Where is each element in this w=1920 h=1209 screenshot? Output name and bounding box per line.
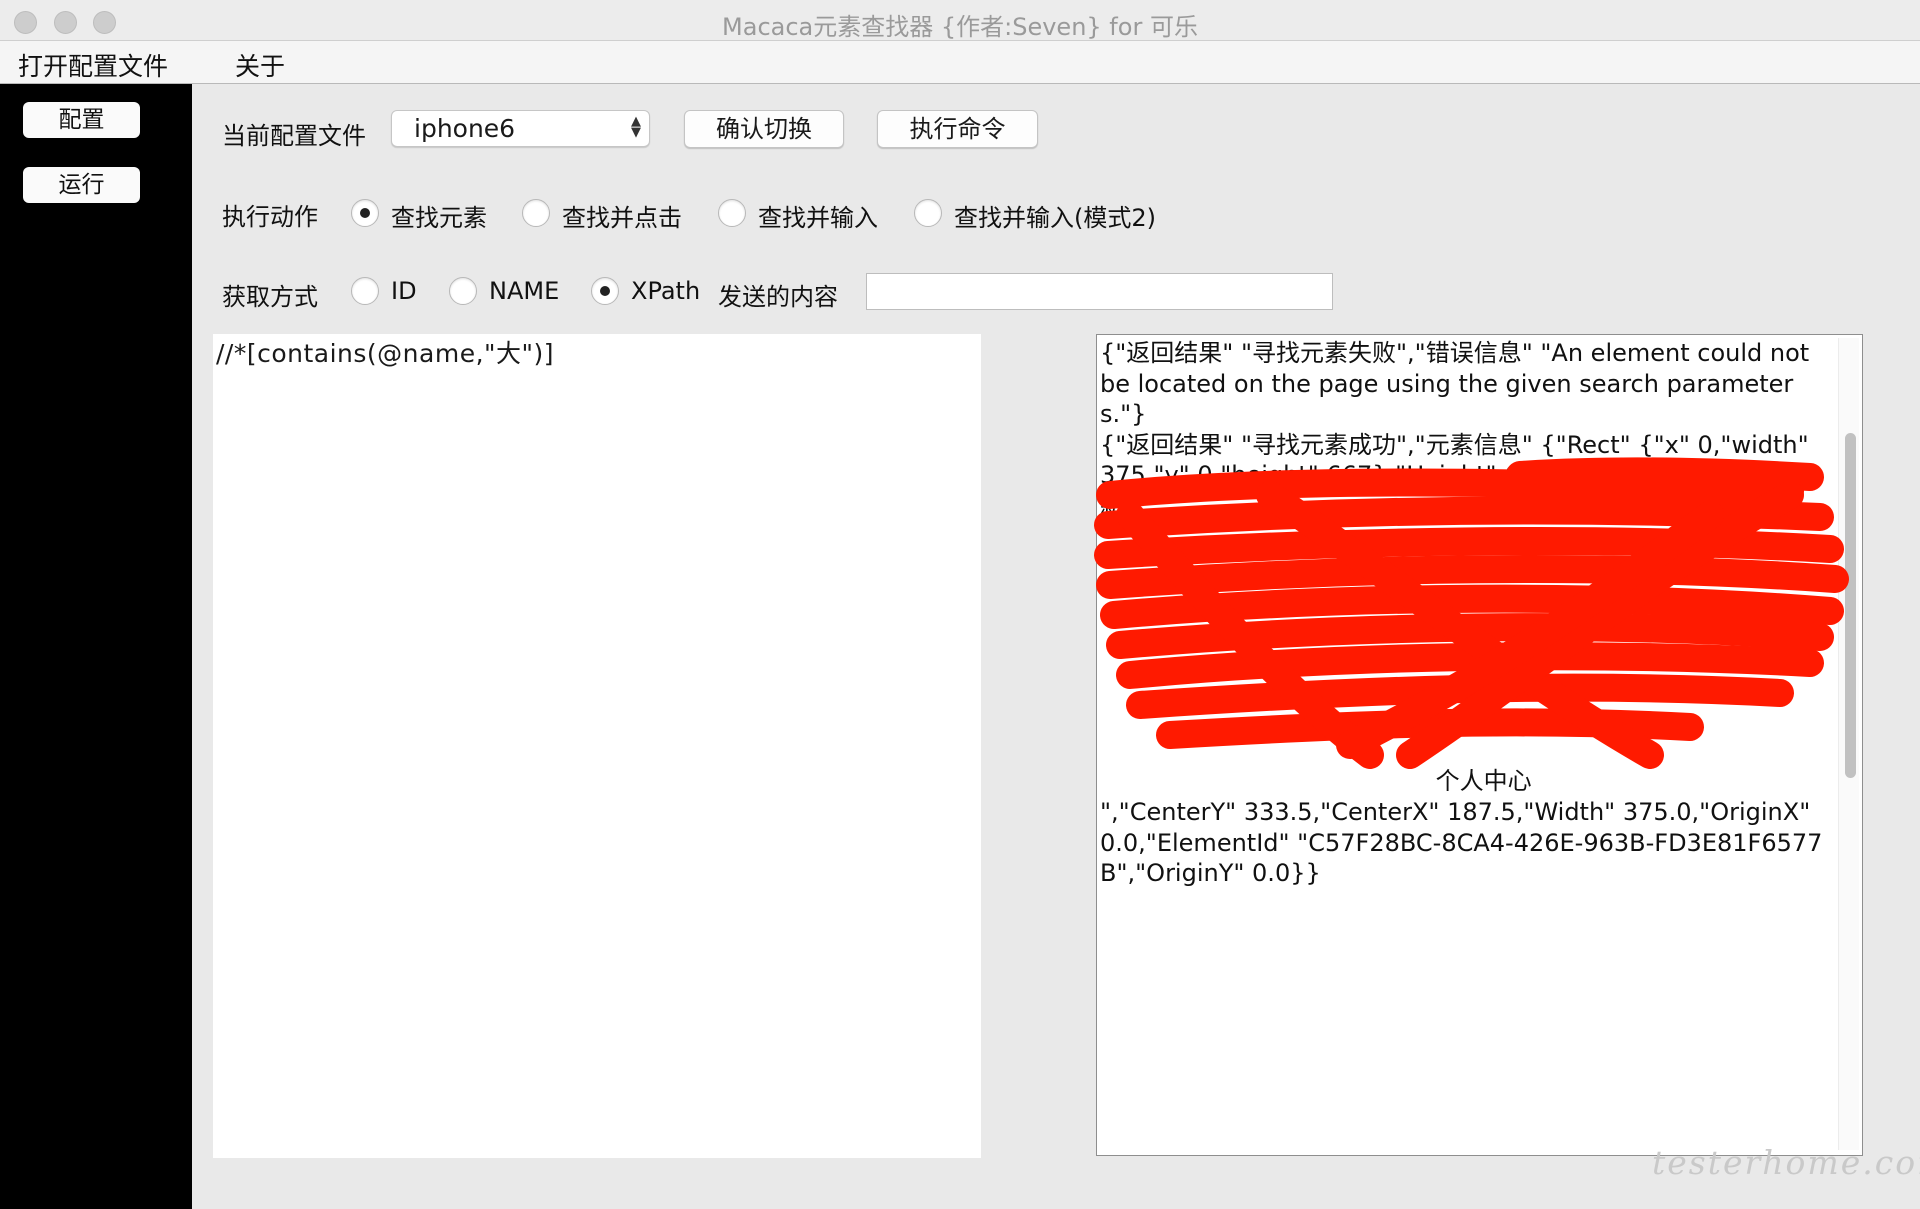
send-content-label: 发送的内容 bbox=[718, 283, 838, 311]
watermark: testerhome.com bbox=[1652, 1143, 1920, 1182]
radio-find-element[interactable] bbox=[351, 199, 379, 227]
sidebar: 配置 运行 bbox=[0, 84, 192, 1209]
up-down-chevron-icon: ▲ ▼ bbox=[631, 114, 641, 140]
confirm-switch-button[interactable]: 确认切换 bbox=[684, 110, 844, 148]
window-title: Macaca元素查找器 {作者:Seven} for 可乐 bbox=[722, 13, 1198, 41]
run-button[interactable]: 运行 bbox=[23, 167, 140, 203]
redaction-stroke bbox=[1096, 468, 1804, 509]
xpath-editor[interactable]: //*[contains(@name,"大")] bbox=[213, 334, 981, 1158]
current-config-label: 当前配置文件 bbox=[222, 122, 366, 150]
config-file-select[interactable]: iphone6 ▲ ▼ bbox=[391, 110, 650, 147]
radio-find-and-click-label[interactable]: 查找并点击 bbox=[562, 198, 682, 233]
radio-find-and-click[interactable] bbox=[522, 199, 550, 227]
radio-id-label[interactable]: ID bbox=[391, 277, 417, 305]
radio-id[interactable] bbox=[351, 277, 379, 305]
config-file-value: iphone6 bbox=[414, 114, 516, 143]
execute-command-button[interactable]: 执行命令 bbox=[877, 110, 1038, 148]
radio-name-label[interactable]: NAME bbox=[489, 277, 559, 305]
menu-bar: 打开配置文件 关于 bbox=[0, 41, 1920, 84]
radio-xpath-label[interactable]: XPath bbox=[631, 277, 700, 305]
title-bar: Macaca元素查找器 {作者:Seven} for 可乐 bbox=[0, 0, 1920, 41]
action-label: 执行动作 bbox=[222, 203, 318, 231]
redaction-stroke bbox=[1096, 554, 1849, 599]
menu-about[interactable]: 关于 bbox=[235, 47, 285, 83]
xpath-expression: //*[contains(@name,"大")] bbox=[216, 339, 555, 368]
radio-find-and-input[interactable] bbox=[718, 199, 746, 227]
radio-find-and-input-mode2-label[interactable]: 查找并输入(模式2) bbox=[954, 198, 1156, 233]
send-content-input[interactable] bbox=[866, 273, 1333, 310]
method-label: 获取方式 bbox=[222, 283, 318, 311]
menu-open-config-file[interactable]: 打开配置文件 bbox=[18, 47, 168, 83]
redaction-scribble bbox=[1094, 457, 1849, 769]
radio-find-and-input-label[interactable]: 查找并输入 bbox=[758, 198, 878, 233]
radio-find-and-input-mode2[interactable] bbox=[914, 199, 942, 227]
radio-find-element-label[interactable]: 查找元素 bbox=[391, 198, 487, 233]
config-button[interactable]: 配置 bbox=[23, 102, 140, 138]
radio-xpath[interactable] bbox=[591, 277, 619, 305]
radio-name[interactable] bbox=[449, 277, 477, 305]
